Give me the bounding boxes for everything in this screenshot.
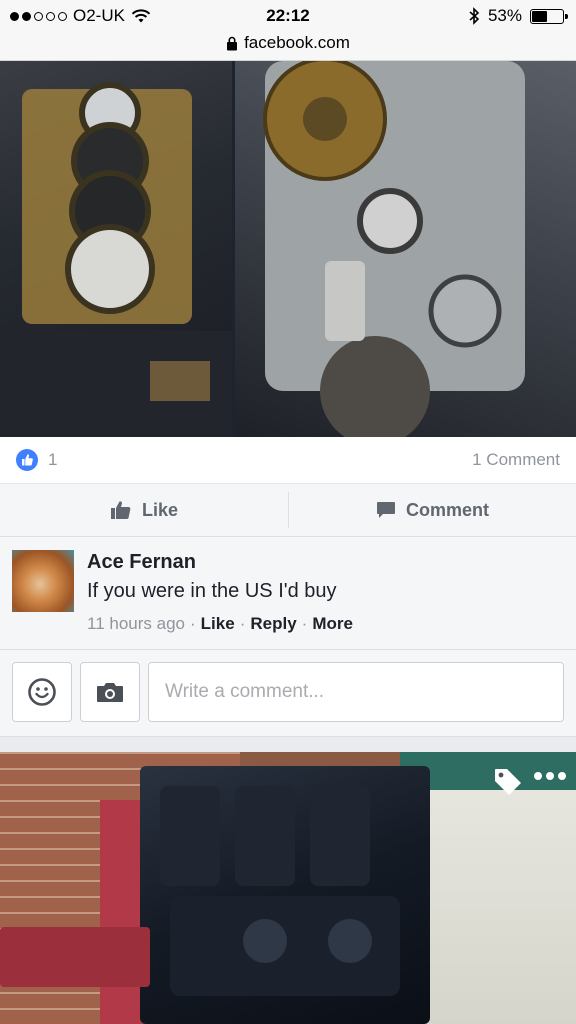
photo-button[interactable] <box>80 662 140 722</box>
avatar[interactable] <box>12 550 74 612</box>
like-button-label: Like <box>141 499 179 520</box>
more-dots-icon[interactable] <box>534 772 566 780</box>
smiley-icon <box>28 678 56 706</box>
reaction-count[interactable]: 1 <box>48 450 57 470</box>
comment-input[interactable] <box>148 662 564 722</box>
comment-button[interactable]: Comment <box>289 484 576 536</box>
thumbs-up-icon <box>110 501 131 519</box>
thumbs-up-icon <box>16 449 38 471</box>
comment-like-link[interactable]: Like <box>201 614 235 634</box>
bluetooth-icon <box>469 7 480 25</box>
meta-separator: · <box>301 614 308 633</box>
comment-author[interactable]: Ace Fernan <box>87 551 196 574</box>
engine-stand-image <box>100 800 145 1024</box>
status-bar: O2-UK 22:12 53% facebook.com <box>0 0 576 61</box>
comment-composer <box>0 650 576 737</box>
engine-block-image <box>140 766 430 1024</box>
sticker-button[interactable] <box>12 662 72 722</box>
url-bar[interactable]: facebook.com <box>0 33 576 53</box>
next-post-photo[interactable] <box>0 752 576 1024</box>
post-action-bar: Like Comment <box>0 484 576 537</box>
comment-button-label: Comment <box>405 499 489 520</box>
like-button[interactable]: Like <box>0 484 288 536</box>
battery-icon <box>530 8 568 24</box>
url-domain: facebook.com <box>244 33 350 52</box>
feed-separator <box>0 737 576 752</box>
post-photo[interactable] <box>0 61 576 437</box>
meta-separator: · <box>239 614 246 633</box>
comment-meta: 11 hours ago · Like · Reply · More <box>87 614 353 634</box>
comment-bubble-icon <box>376 502 395 518</box>
battery-percent: 53% <box>487 6 522 25</box>
tag-icon <box>495 769 521 795</box>
engine-head-gasket-image <box>0 61 232 437</box>
comment-count-link[interactable]: 1 Comment <box>472 450 560 470</box>
engine-stand-base-image <box>0 927 150 987</box>
comment-text: If you were in the US I'd buy <box>87 580 337 602</box>
meta-separator: · <box>189 614 196 633</box>
tag-button[interactable] <box>492 766 524 803</box>
camera-icon <box>97 683 123 702</box>
comment-timestamp[interactable]: 11 hours ago <box>87 614 185 634</box>
reactions-summary: 1 1 Comment <box>0 437 576 484</box>
comment-item: Ace Fernan If you were in the US I'd buy… <box>0 537 576 650</box>
engine-timing-belt-image <box>235 61 576 437</box>
comment-reply-link[interactable]: Reply <box>250 614 296 634</box>
comment-more-link[interactable]: More <box>312 614 353 634</box>
lock-icon <box>227 36 238 50</box>
